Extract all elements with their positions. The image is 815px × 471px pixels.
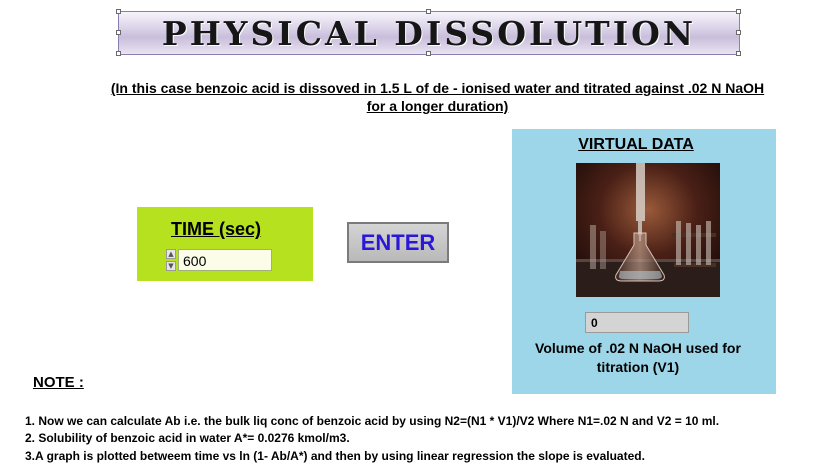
decrement-arrow-icon[interactable]: ▼	[166, 261, 176, 271]
time-input[interactable]: 600	[178, 249, 272, 271]
page-title: PHYSICAL DISSOLUTION	[161, 13, 697, 53]
note-item-1: 1. Now we can calculate Ab i.e. the bulk…	[25, 414, 720, 428]
resize-handle-top-right[interactable]	[736, 9, 741, 14]
increment-arrow-icon[interactable]: ▲	[166, 249, 176, 259]
resize-handle-top[interactable]	[426, 9, 431, 14]
resize-handle-top-left[interactable]	[116, 9, 121, 14]
experiment-description: (In this case benzoic acid is dissoved i…	[110, 80, 765, 114]
resize-handle-bottom-right[interactable]	[736, 51, 741, 56]
time-label: TIME (sec)	[171, 219, 262, 239]
v1-label: Volume of .02 N NaOH used for titration …	[535, 340, 741, 375]
titration-flask-illustration	[576, 163, 720, 297]
resize-handle-left[interactable]	[116, 30, 121, 35]
note-item-2: 2. Solubility of benzoic acid in water A…	[25, 431, 350, 445]
v1-value-display: 0	[585, 312, 689, 333]
title-banner: PHYSICAL DISSOLUTION	[118, 11, 740, 55]
resize-handle-bottom-left[interactable]	[116, 51, 121, 56]
virtual-data-title: VIRTUAL DATA	[578, 136, 694, 153]
note-item-3: 3.A graph is plotted betweem time vs ln …	[25, 449, 645, 463]
titration-flask-image	[576, 163, 720, 297]
note-heading: NOTE :	[33, 374, 84, 391]
enter-button[interactable]: ENTER	[347, 222, 449, 263]
resize-handle-right[interactable]	[736, 30, 741, 35]
resize-handle-bottom[interactable]	[426, 51, 431, 56]
